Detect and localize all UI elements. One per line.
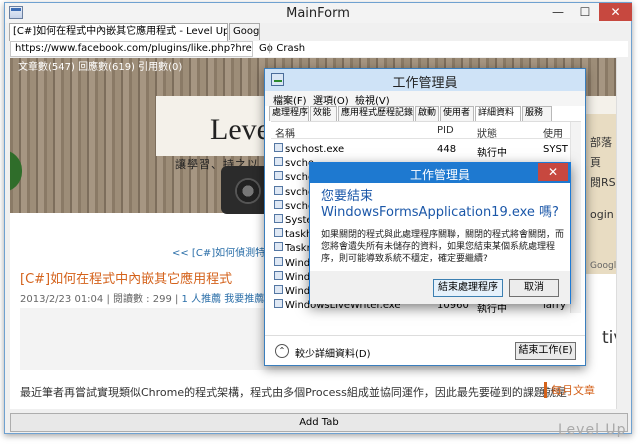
process-icon bbox=[274, 270, 283, 280]
browser-tabstrip: [C#]如何在程式中內嵌其它應用程式 - Level Up- 點部落 Googl… bbox=[9, 23, 629, 41]
menu-options[interactable]: 選項(O) bbox=[313, 92, 349, 107]
post-date-views: 2013/2/23 01:04 | 閱讀數 : 299 | bbox=[20, 294, 179, 305]
tab-google[interactable]: Google bbox=[229, 23, 260, 40]
dialog-body: 如果關閉的程式與此處理程序關聯，關閉的程式將會關閉，而您將會遺失所有未儲存的資料… bbox=[321, 230, 565, 264]
tab-processes[interactable]: 處理程序 bbox=[269, 106, 309, 121]
process-icon bbox=[274, 228, 283, 238]
add-tab-button[interactable]: Add Tab bbox=[10, 413, 628, 432]
crash-button[interactable]: Crash bbox=[268, 41, 305, 57]
blog-stats: 文章數(547) 回應數(619) 引用數(0) bbox=[18, 62, 183, 73]
process-icon bbox=[274, 171, 283, 181]
post-title[interactable]: [C#]如何在程式中內嵌其它應用程式 bbox=[20, 268, 232, 287]
dialog-title: 工作管理員 bbox=[409, 168, 470, 182]
dialog-footer: 結束處理程序 取消 bbox=[310, 271, 570, 304]
dialog-close-button[interactable]: ✕ bbox=[538, 163, 568, 181]
tm-title: 工作管理員 bbox=[392, 76, 458, 91]
process-icon bbox=[274, 143, 283, 152]
chevron-up-icon[interactable]: ⌃ bbox=[275, 344, 289, 358]
process-icon bbox=[274, 242, 283, 252]
end-process-button[interactable]: 結束處理程序 bbox=[433, 279, 503, 297]
process-icon bbox=[274, 214, 283, 223]
process-icon bbox=[274, 199, 283, 209]
table-row[interactable]: svchost.exe 448 執行中 SYST bbox=[271, 141, 581, 159]
menu-view[interactable]: 檢視(V) bbox=[355, 92, 390, 107]
end-process-dialog: 工作管理員 ✕ 您要結束 WindowsFormsApplication19.e… bbox=[309, 162, 571, 304]
sidebar-item[interactable]: 部落 bbox=[590, 134, 612, 150]
monthly-articles-heading: 每月文章 bbox=[544, 382, 595, 398]
tab-levelup[interactable]: [C#]如何在程式中內嵌其它應用程式 - Level Up- 點部落 bbox=[9, 23, 228, 41]
col-name[interactable]: 名稱 bbox=[275, 125, 295, 140]
col-pid[interactable]: PID bbox=[437, 125, 454, 136]
url-input[interactable]: https://www.facebook.com/plugins/like.ph… bbox=[10, 41, 253, 57]
main-window-title: MainForm bbox=[286, 6, 350, 21]
menu-file[interactable]: 檔案(F) bbox=[273, 92, 307, 107]
address-row: https://www.facebook.com/plugins/like.ph… bbox=[10, 41, 628, 57]
page-scrollbar[interactable] bbox=[616, 58, 628, 409]
process-icon bbox=[274, 299, 283, 309]
maximize-button[interactable]: ☐ bbox=[572, 3, 598, 21]
end-task-button[interactable]: 結束工作(E) bbox=[515, 342, 576, 360]
minimize-button[interactable]: — bbox=[545, 3, 571, 21]
post-body: 最近筆者再嘗試實現類似Chrome的程式架構，程式由多個Process組成並協同… bbox=[20, 386, 567, 399]
process-icon bbox=[274, 256, 283, 266]
tab-users[interactable]: 使用者 bbox=[440, 106, 474, 121]
close-button[interactable]: ✕ bbox=[599, 3, 632, 21]
sidebar-item[interactable]: 頁 bbox=[590, 154, 601, 170]
tm-titlebar[interactable]: 工作管理員 bbox=[265, 69, 585, 91]
table-scrollbar[interactable] bbox=[570, 122, 581, 313]
cancel-button[interactable]: 取消 bbox=[509, 279, 559, 297]
process-icon bbox=[274, 185, 283, 195]
tm-footer: ⌃ 較少詳細資料(D) 結束工作(E) bbox=[265, 335, 585, 366]
process-icon bbox=[274, 157, 283, 167]
tab-app-history[interactable]: 應用程式歷程記錄 bbox=[338, 106, 414, 121]
cell-pid: 448 bbox=[437, 144, 457, 155]
main-titlebar[interactable]: MainForm — ☐ ✕ bbox=[5, 3, 632, 23]
col-user[interactable]: 使用 bbox=[543, 125, 569, 140]
table-header: 名稱 PID 狀態 使用 bbox=[271, 122, 581, 140]
cell-user: SYST bbox=[543, 144, 568, 155]
sidebar-item[interactable]: ogin bbox=[590, 208, 614, 221]
tab-performance[interactable]: 效能 bbox=[310, 106, 337, 121]
tab-details[interactable]: 詳細資料 bbox=[475, 106, 521, 121]
dialog-titlebar[interactable]: 工作管理員 ✕ bbox=[310, 163, 570, 183]
tab-startup[interactable]: 啟動 bbox=[415, 106, 439, 121]
col-status[interactable]: 狀態 bbox=[477, 125, 497, 140]
dialog-heading: 您要結束 WindowsFormsApplication19.exe 嗎? bbox=[321, 189, 559, 220]
cell-name: svchost.exe bbox=[285, 144, 345, 155]
post-meta: 2013/2/23 01:04 | 閱讀數 : 299 | 1 人推薦 我要推薦… bbox=[20, 290, 294, 305]
watermark: Level Up bbox=[558, 422, 627, 438]
tm-menubar: 檔案(F) 選項(O) 檢視(V) bbox=[265, 91, 585, 107]
tm-tabs: 處理程序 效能 應用程式歷程記錄 啟動 使用者 詳細資料 服務 bbox=[269, 106, 583, 121]
tab-services[interactable]: 服務 bbox=[522, 106, 552, 121]
fewer-details-link[interactable]: 較少詳細資料(D) bbox=[295, 345, 371, 360]
process-icon bbox=[274, 285, 283, 294]
